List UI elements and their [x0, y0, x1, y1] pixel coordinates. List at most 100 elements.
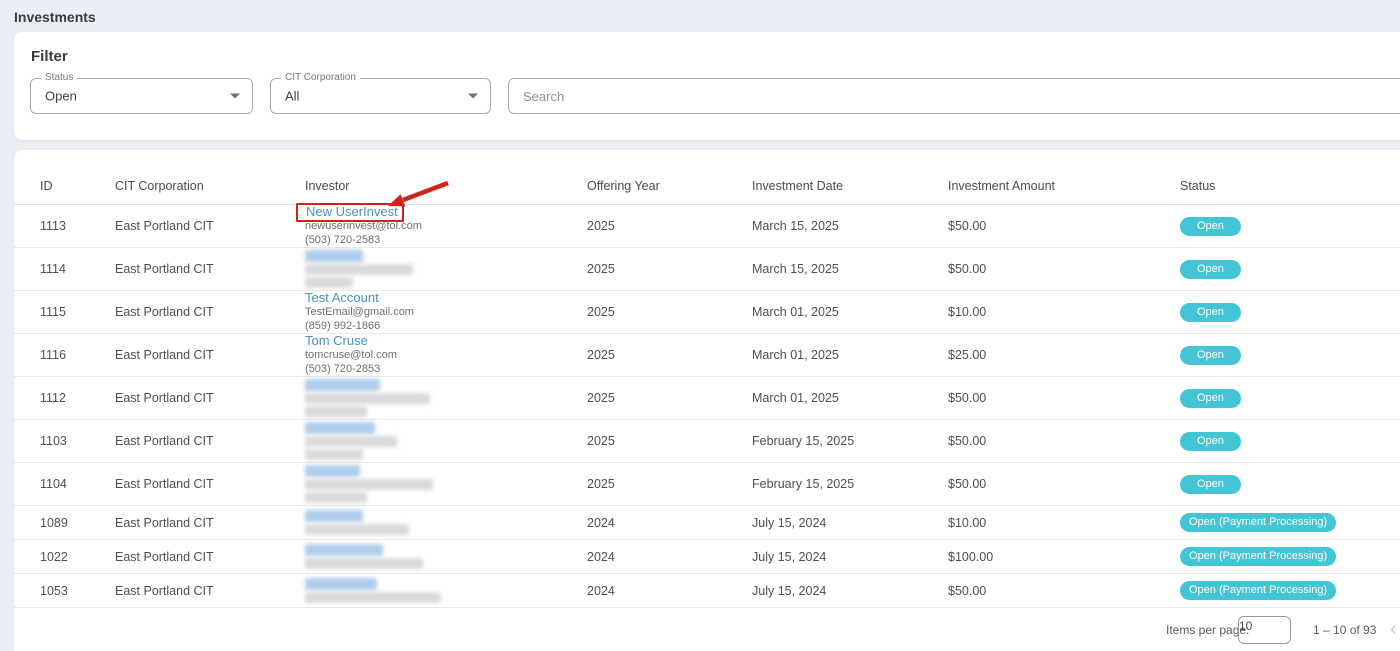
table-row: 1089 East Portland CIT 2024 July 15, 202… — [14, 506, 1400, 540]
investor-redacted — [305, 422, 587, 460]
investor-redacted — [305, 250, 587, 288]
search-field — [508, 78, 1400, 114]
paginator: Items per page: 10 1 – 10 of 93 ‹ — [14, 608, 1400, 651]
cell-investor: Tom Cruse tomcruse@tol.com (503) 720-285… — [305, 334, 587, 376]
cell-cit-corporation: East Portland CIT — [115, 550, 305, 564]
cell-cit-corporation: East Portland CIT — [115, 219, 305, 233]
investor-phone: (503) 720-2853 — [305, 362, 587, 376]
cit-corporation-select-value: All — [285, 89, 299, 104]
status-select[interactable]: Status Open — [30, 78, 253, 114]
cell-investment-amount: $10.00 — [948, 305, 1170, 319]
status-select-label: Status — [41, 72, 77, 83]
column-header-investor: Investor — [305, 179, 587, 193]
cell-cit-corporation: East Portland CIT — [115, 262, 305, 276]
status-badge: Open — [1180, 389, 1241, 408]
status-badge: Open (Payment Processing) — [1180, 547, 1336, 566]
status-badge: Open — [1180, 217, 1241, 236]
column-header-investment-date: Investment Date — [752, 179, 948, 193]
annotation-target: Test Account — [305, 291, 379, 305]
cell-id: 1103 — [40, 434, 115, 448]
table-header-row: ID CIT Corporation Investor Offering Yea… — [14, 150, 1400, 205]
page-range-label: 1 – 10 of 93 — [1313, 623, 1376, 637]
filter-card: Filter Status Open CIT Corporation All — [14, 32, 1400, 140]
cell-investment-amount: $50.00 — [948, 584, 1170, 598]
cell-id: 1115 — [40, 305, 115, 319]
cell-cit-corporation: East Portland CIT — [115, 584, 305, 598]
cell-cit-corporation: East Portland CIT — [115, 348, 305, 362]
table-row: 1113 East Portland CIT New UserInvest ne… — [14, 205, 1400, 248]
cell-investment-amount: $50.00 — [948, 391, 1170, 405]
cell-investment-date: February 15, 2025 — [752, 477, 948, 491]
investor-link[interactable]: New UserInvest — [306, 204, 398, 219]
cell-cit-corporation: East Portland CIT — [115, 434, 305, 448]
cell-status: Open — [1170, 475, 1400, 494]
table-row: 1022 East Portland CIT 2024 July 15, 202… — [14, 540, 1400, 574]
cit-corporation-select-label: CIT Corporation — [281, 72, 360, 83]
search-input[interactable] — [509, 79, 1400, 113]
table-row: 1112 East Portland CIT 2025 March 01, 20… — [14, 377, 1400, 420]
table-row: 1115 East Portland CIT Test Account Test… — [14, 291, 1400, 334]
cell-investment-amount: $50.00 — [948, 434, 1170, 448]
table-row: 1053 East Portland CIT 2024 July 15, 202… — [14, 574, 1400, 608]
investor-phone: (503) 720-2583 — [305, 233, 587, 247]
investor-redacted — [305, 465, 587, 503]
investments-table-card: ID CIT Corporation Investor Offering Yea… — [14, 150, 1400, 651]
table-row: 1116 East Portland CIT Tom Cruse tomcrus… — [14, 334, 1400, 377]
cell-id: 1113 — [40, 219, 115, 233]
items-per-page-select[interactable]: 10 — [1238, 616, 1291, 644]
cell-status: Open — [1170, 346, 1400, 365]
cell-investment-amount: $100.00 — [948, 550, 1170, 564]
cell-investment-date: March 01, 2025 — [752, 305, 948, 319]
cell-status: Open — [1170, 389, 1400, 408]
cell-investment-date: July 15, 2024 — [752, 550, 948, 564]
cell-offering-year: 2025 — [587, 305, 752, 319]
chevron-down-icon — [468, 94, 478, 99]
cit-corporation-select[interactable]: CIT Corporation All — [270, 78, 491, 114]
investor-redacted — [305, 379, 587, 417]
cell-cit-corporation: East Portland CIT — [115, 516, 305, 530]
cell-investment-amount: $50.00 — [948, 477, 1170, 491]
cell-investor — [305, 576, 587, 605]
cell-id: 1112 — [40, 391, 115, 405]
cell-investment-date: March 01, 2025 — [752, 391, 948, 405]
cell-cit-corporation: East Portland CIT — [115, 391, 305, 405]
investor-email: TestEmail@gmail.com — [305, 305, 587, 319]
cell-id: 1089 — [40, 516, 115, 530]
column-header-status: Status — [1170, 179, 1400, 193]
previous-page-icon[interactable]: ‹ — [1390, 619, 1397, 639]
cell-investment-amount: $50.00 — [948, 262, 1170, 276]
investor-redacted — [305, 544, 587, 569]
cell-status: Open — [1170, 303, 1400, 322]
cell-investor: New UserInvest newuserinvest@tol.com (50… — [305, 205, 587, 247]
column-header-investment-amount: Investment Amount — [948, 179, 1170, 193]
cell-investment-amount: $25.00 — [948, 348, 1170, 362]
cell-id: 1022 — [40, 550, 115, 564]
cell-investment-amount: $50.00 — [948, 219, 1170, 233]
cell-investment-date: July 15, 2024 — [752, 516, 948, 530]
investor-email: newuserinvest@tol.com — [305, 219, 587, 233]
table-row: 1104 East Portland CIT 2025 February 15,… — [14, 463, 1400, 506]
cell-status: Open (Payment Processing) — [1170, 513, 1400, 532]
cell-investment-date: July 15, 2024 — [752, 584, 948, 598]
cell-offering-year: 2025 — [587, 262, 752, 276]
cell-id: 1116 — [40, 348, 115, 362]
cell-investor — [305, 542, 587, 571]
column-header-cit-corporation: CIT Corporation — [115, 179, 305, 193]
cell-status: Open — [1170, 260, 1400, 279]
cell-cit-corporation: East Portland CIT — [115, 305, 305, 319]
investor-link[interactable]: Tom Cruse — [305, 333, 368, 348]
investor-email: tomcruse@tol.com — [305, 348, 587, 362]
cell-offering-year: 2025 — [587, 348, 752, 362]
table-row: 1103 East Portland CIT 2025 February 15,… — [14, 420, 1400, 463]
cell-investor — [305, 508, 587, 537]
status-badge: Open — [1180, 260, 1241, 279]
cell-investor — [305, 463, 587, 505]
column-header-id: ID — [40, 179, 115, 193]
status-badge: Open (Payment Processing) — [1180, 513, 1336, 532]
cell-id: 1053 — [40, 584, 115, 598]
cell-investor: Test Account TestEmail@gmail.com (859) 9… — [305, 291, 587, 333]
status-badge: Open — [1180, 346, 1241, 365]
cell-investment-date: March 15, 2025 — [752, 262, 948, 276]
investor-link[interactable]: Test Account — [305, 290, 379, 305]
cell-offering-year: 2025 — [587, 477, 752, 491]
